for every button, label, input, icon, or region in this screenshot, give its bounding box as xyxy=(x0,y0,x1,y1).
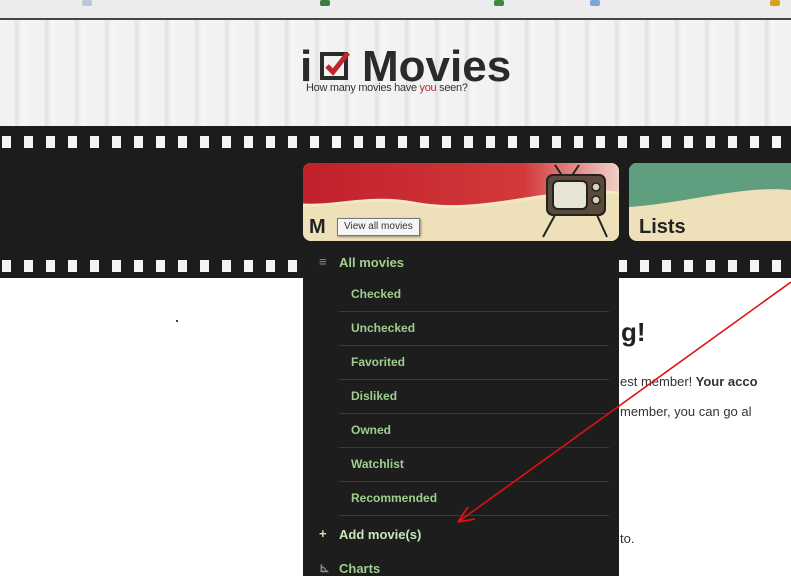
stray-dot xyxy=(176,320,178,322)
welcome-text-line-2: member, you can go al xyxy=(620,404,752,419)
menu-item-favorited[interactable]: Favorited xyxy=(303,346,619,380)
chart-icon: ⊾ xyxy=(319,560,330,575)
menu-item-checked[interactable]: Checked xyxy=(303,278,619,312)
tagline-start: How many movies have xyxy=(306,82,420,94)
menu-item-add-movies[interactable]: + Add movie(s) xyxy=(303,518,619,552)
tab-movies-label: M xyxy=(309,216,326,238)
menu-icon: ≡ xyxy=(319,254,327,269)
menu-item-owned[interactable]: Owned xyxy=(303,414,619,448)
tagline-you: you xyxy=(419,82,437,94)
menu-item-charts[interactable]: ⊾ Charts xyxy=(303,552,619,586)
tab-lists-label: Lists xyxy=(639,216,686,238)
menu-item-label: Favorited xyxy=(351,355,406,369)
film-holes-top xyxy=(0,136,791,148)
welcome-text-line-3: to. xyxy=(620,531,635,546)
site-header: i Movies How many movies have you seen? xyxy=(0,0,791,130)
menu-item-all-movies[interactable]: ≡ All movies xyxy=(303,246,619,280)
menu-item-label: Watchlist xyxy=(351,457,404,471)
plus-icon: + xyxy=(319,526,327,541)
site-logo[interactable]: i Movies How many movies have you seen? xyxy=(300,42,520,112)
welcome-heading: g! xyxy=(621,317,646,347)
menu-item-unchecked[interactable]: Unchecked xyxy=(303,312,619,346)
menu-item-label: Checked xyxy=(351,287,402,301)
welcome-line1-end: Your acco xyxy=(692,374,758,389)
menu-item-charts-label: Charts xyxy=(339,561,381,576)
menu-item-recommended[interactable]: Recommended xyxy=(303,482,619,516)
tagline-end: seen? xyxy=(436,82,468,94)
tv-icon xyxy=(542,164,608,238)
welcome-line1-member: member! xyxy=(640,374,693,389)
menu-item-add-movies-label: Add movie(s) xyxy=(339,527,422,542)
menu-item-label: Owned xyxy=(351,423,392,437)
checkbox-icon xyxy=(320,51,350,80)
menu-item-disliked[interactable]: Disliked xyxy=(303,380,619,414)
menu-item-watchlist[interactable]: Watchlist xyxy=(303,448,619,482)
browser-toolbar-edge xyxy=(0,0,791,20)
movies-dropdown-menu: ≡ All movies Checked Unchecked Favorited… xyxy=(303,246,619,576)
tab-lists[interactable]: Lists xyxy=(629,163,791,241)
welcome-line1-start: est xyxy=(620,374,641,389)
welcome-text-line-1: est member! Your acco xyxy=(620,374,758,389)
menu-item-label: Recommended xyxy=(351,491,438,505)
logo-tagline: How many movies have you seen? xyxy=(306,82,468,94)
menu-item-label: Disliked xyxy=(351,389,398,403)
tab-movies-tooltip: View all movies xyxy=(337,218,420,236)
menu-item-label: Unchecked xyxy=(351,321,416,335)
menu-item-all-movies-label: All movies xyxy=(339,255,405,270)
